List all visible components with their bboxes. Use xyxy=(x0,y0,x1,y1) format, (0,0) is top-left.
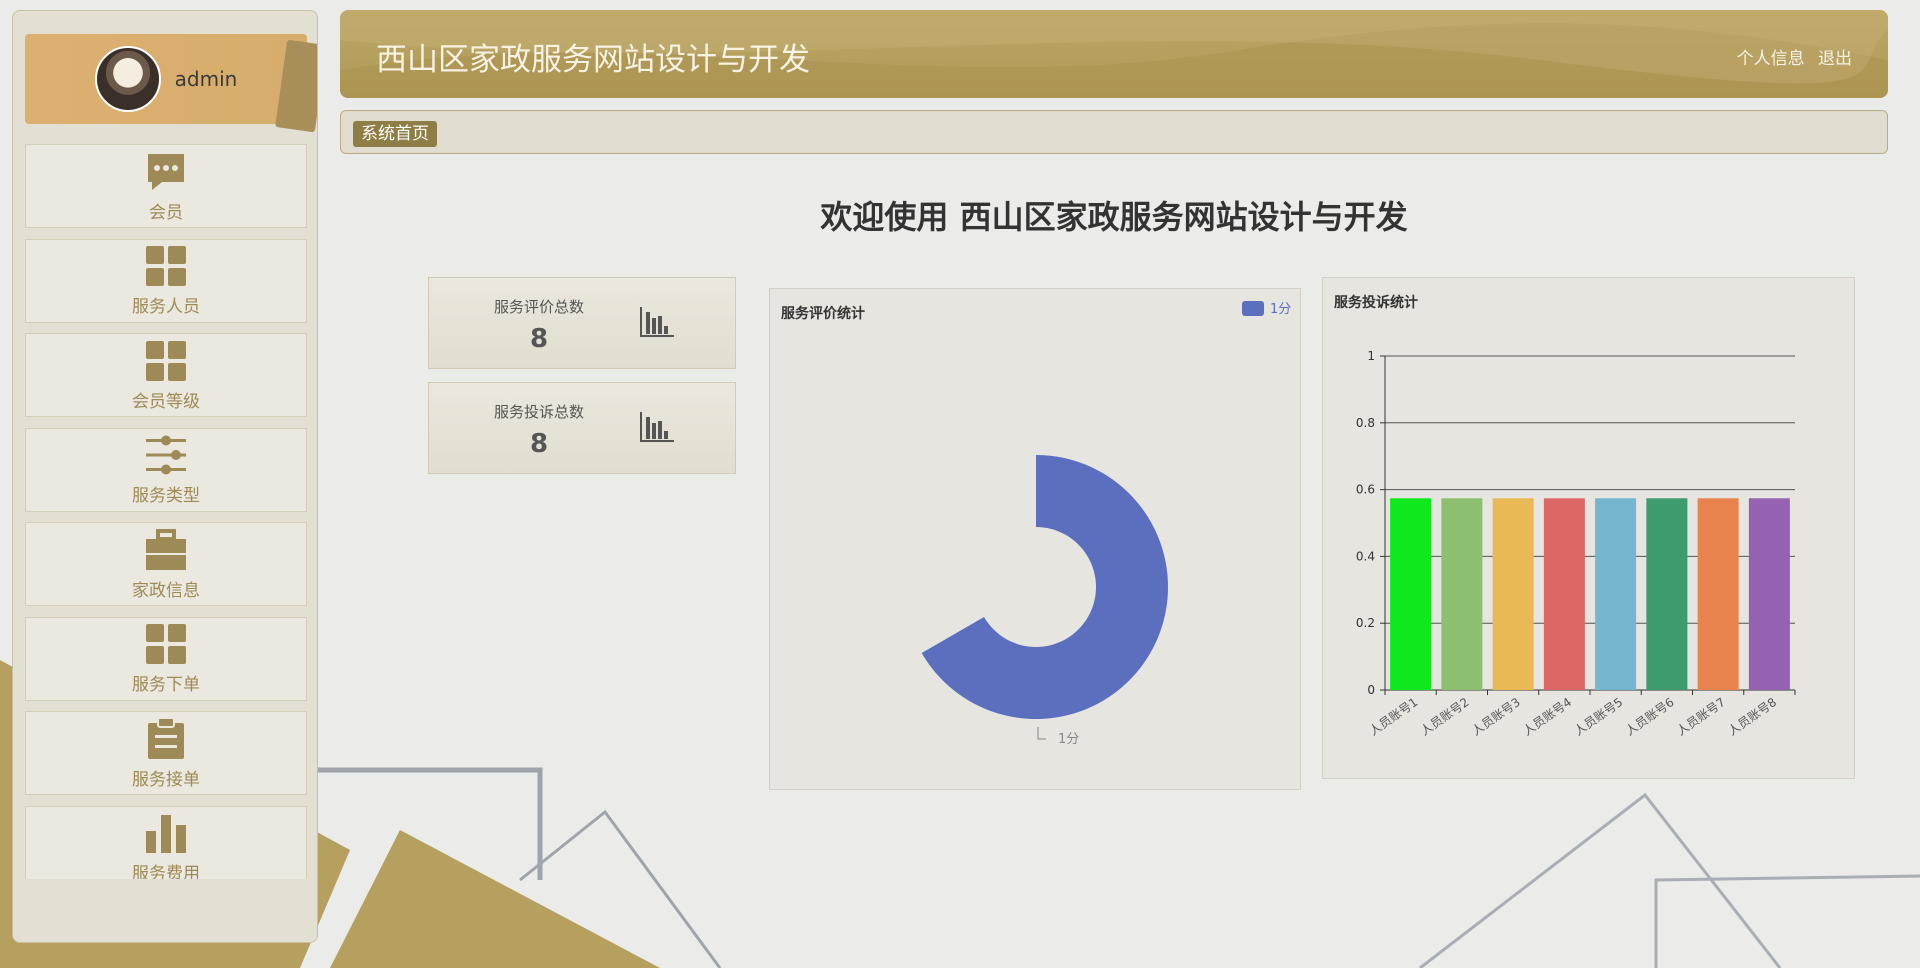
sidebar-item-label: 服务费用 xyxy=(132,864,200,879)
bar-chart-icon xyxy=(146,815,186,853)
grid-icon xyxy=(146,624,186,664)
sidebar-item-service-order[interactable]: 服务下单 xyxy=(25,616,307,701)
avatar[interactable] xyxy=(94,46,161,112)
bar[interactable] xyxy=(1595,498,1637,690)
x-tick-label: 人员账号7 xyxy=(1674,695,1728,738)
bar[interactable] xyxy=(1441,498,1483,690)
legend-label[interactable]: 1分 xyxy=(1270,302,1291,317)
legend-swatch[interactable] xyxy=(1242,301,1264,316)
grid-icon xyxy=(146,340,186,381)
sidebar-item-members[interactable]: 会员 xyxy=(25,144,307,228)
stat-label: 服务投诉总数 xyxy=(493,403,584,421)
bar[interactable] xyxy=(1543,498,1585,690)
y-tick-label: 0.2 xyxy=(1356,616,1375,630)
profile-link[interactable]: 个人信息 xyxy=(1737,49,1805,69)
x-tick-label: 人员账号6 xyxy=(1623,695,1677,738)
sidebar: admin 会员 服务人员 会员等级 服务类型 家政信息 服务下单 服务接单 服… xyxy=(12,10,318,943)
x-tick-label: 人员账号5 xyxy=(1572,695,1626,738)
sidebar-item-service-type[interactable]: 服务类型 xyxy=(25,427,307,512)
bar[interactable] xyxy=(1697,498,1739,690)
bar-chart-icon xyxy=(640,307,674,337)
chat-icon xyxy=(148,153,184,190)
sidebar-item-service-accept[interactable]: 服务接单 xyxy=(25,711,307,795)
bar-chart-icon xyxy=(640,412,674,442)
bar[interactable] xyxy=(1492,498,1534,690)
breadcrumb-home[interactable]: 系统首页 xyxy=(353,121,437,147)
x-tick-label: 人员账号8 xyxy=(1725,695,1779,738)
review-pie-chart: 1分 1分 xyxy=(921,301,1291,747)
sidebar-item-label: 家政信息 xyxy=(132,580,200,601)
stat-label: 服务评价总数 xyxy=(493,298,584,316)
stat-card-reviews: 服务评价总数 8 xyxy=(428,277,736,369)
site-title: 西山区家政服务网站设计与开发 xyxy=(376,42,810,78)
stat-value: 8 xyxy=(529,324,549,354)
sidebar-item-label: 服务人员 xyxy=(132,297,200,317)
stat-value: 8 xyxy=(529,429,549,459)
sidebar-item-label: 服务下单 xyxy=(132,675,200,695)
review-stats-panel: 服务评价统计 1分 1分 xyxy=(769,288,1301,790)
briefcase-icon xyxy=(146,528,186,570)
complaint-bar-chart: 00.20.40.60.81人员账号1人员账号2人员账号3人员账号4人员账号5人… xyxy=(1356,349,1796,738)
clipboard-icon xyxy=(148,716,184,759)
complaint-stats-panel: 服务投诉统计 0 0.2 0.4 0.6 0.8 1 人员账号1 人员账号2 人员账号3 人员账号… xyxy=(1322,277,1855,779)
y-tick-label: 0.6 xyxy=(1356,483,1375,497)
sidebar-item-service-fee[interactable]: 服务费用 xyxy=(25,805,307,879)
x-tick-label: 人员账号2 xyxy=(1418,695,1472,738)
sidebar-item-label: 服务类型 xyxy=(132,486,200,506)
sidebar-item-staff[interactable]: 服务人员 xyxy=(25,238,307,323)
y-tick-label: 0.8 xyxy=(1356,416,1375,430)
sliders-icon xyxy=(146,435,186,475)
sidebar-item-label: 服务接单 xyxy=(132,769,200,790)
y-tick-label: 0 xyxy=(1367,683,1375,697)
sidebar-item-member-level[interactable]: 会员等级 xyxy=(25,333,307,417)
stat-card-complaints: 服务投诉总数 8 xyxy=(428,382,736,474)
pie-slice-label: 1分 xyxy=(1058,732,1079,747)
y-tick-label: 1 xyxy=(1367,349,1375,363)
username: admin xyxy=(174,67,238,91)
header-links: 个人信息 退出 xyxy=(1729,44,1852,69)
x-tick-label: 人员账号1 xyxy=(1367,695,1421,738)
pie-label-line xyxy=(1037,727,1046,740)
breadcrumb: 系统首页 xyxy=(340,110,1888,154)
bar[interactable] xyxy=(1646,498,1688,690)
logout-link[interactable]: 退出 xyxy=(1818,49,1852,69)
menu-viewport: 会员 服务人员 会员等级 服务类型 家政信息 服务下单 服务接单 服务费用 xyxy=(13,11,317,879)
x-tick-label: 人员账号4 xyxy=(1520,695,1574,738)
bar[interactable] xyxy=(1390,498,1432,690)
y-tick-label: 0.4 xyxy=(1356,549,1375,563)
top-header: 西山区家政服务网站设计与开发 个人信息 退出 xyxy=(340,10,1888,98)
pie-slice[interactable] xyxy=(921,455,1168,719)
welcome-heading: 欢迎使用 西山区家政服务网站设计与开发 xyxy=(820,198,1408,236)
sidebar-item-housekeeping-info[interactable]: 家政信息 xyxy=(25,522,307,606)
sidebar-menu: 会员 服务人员 会员等级 服务类型 家政信息 服务下单 服务接单 服务费用 xyxy=(25,144,307,879)
bar[interactable] xyxy=(1748,498,1790,690)
sidebar-item-label: 会员 xyxy=(149,202,183,223)
sidebar-item-label: 会员等级 xyxy=(132,391,200,412)
grid-icon xyxy=(146,246,186,286)
x-tick-label: 人员账号3 xyxy=(1469,695,1523,738)
